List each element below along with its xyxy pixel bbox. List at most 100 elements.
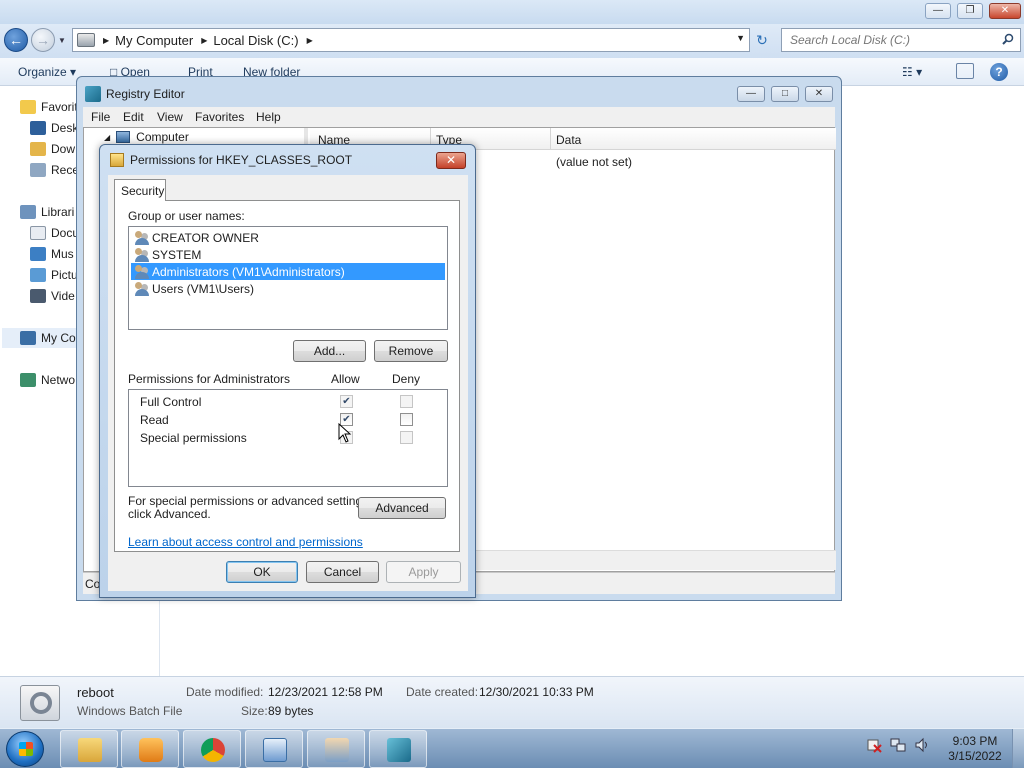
users-icon (135, 281, 149, 296)
menu-help[interactable]: Help (256, 110, 281, 124)
breadcrumb-local-disk[interactable]: Local Disk (C:) (213, 33, 298, 48)
nav-my-computer[interactable]: My Co (20, 331, 76, 345)
taskbar-explorer[interactable] (60, 730, 118, 768)
chrome-icon (201, 738, 225, 762)
taskbar-control-panel[interactable] (245, 730, 303, 768)
forward-button[interactable]: → (31, 28, 55, 52)
full-control-deny-checkbox[interactable] (400, 395, 413, 408)
recent-places-icon (30, 163, 46, 177)
nav-recent[interactable]: Rece (30, 163, 79, 177)
regedit-icon (387, 738, 411, 762)
view-options-icon[interactable]: ☷ ▾ (902, 65, 922, 79)
group-label: Group or user names: (128, 209, 245, 223)
list-item[interactable]: SYSTEM (135, 246, 201, 263)
remove-button[interactable]: Remove (374, 340, 448, 362)
computer-icon (20, 331, 36, 345)
taskbar-media-player[interactable] (121, 730, 179, 768)
nav-music[interactable]: Mus (30, 247, 74, 261)
breadcrumb-my-computer[interactable]: My Computer (115, 33, 193, 48)
chevron-right-icon[interactable]: ▶ (201, 36, 207, 45)
users-icon (135, 264, 149, 279)
menu-favorites[interactable]: Favorites (195, 110, 244, 124)
list-item[interactable]: Users (VM1\Users) (135, 280, 254, 297)
menu-edit[interactable]: Edit (123, 110, 144, 124)
date-modified-label: Date modified: (186, 685, 264, 699)
nav-desktop[interactable]: Desk (30, 121, 78, 135)
file-name: reboot (77, 685, 114, 700)
full-control-allow-checkbox[interactable] (340, 395, 353, 408)
minimize-button[interactable]: — (737, 86, 765, 102)
nav-videos[interactable]: Vide (30, 289, 75, 303)
action-center-icon[interactable] (866, 737, 882, 753)
ok-button[interactable]: OK (226, 561, 298, 583)
users-icon (135, 247, 149, 262)
column-data[interactable]: Data (556, 133, 581, 147)
advanced-button[interactable]: Advanced (358, 497, 446, 519)
maximize-button[interactable]: □ (771, 86, 799, 102)
media-player-icon (139, 738, 163, 762)
learn-more-link[interactable]: Learn about access control and permissio… (128, 535, 363, 549)
chevron-right-icon[interactable]: ▶ (103, 36, 109, 45)
back-button[interactable]: ← (4, 28, 28, 52)
clock-time: 9:03 PM (952, 734, 998, 748)
menu-file[interactable]: File (91, 110, 110, 124)
permissions-for-label: Permissions for Administrators (128, 372, 291, 386)
tab-security[interactable]: Security (114, 179, 166, 201)
help-icon[interactable]: ? (990, 63, 1008, 81)
address-dropdown-icon[interactable]: ▼ (736, 33, 745, 43)
allow-header: Allow (331, 372, 360, 386)
permissions-dialog: Permissions for HKEY_CLASSES_ROOT ✕ Secu… (99, 144, 476, 598)
cancel-button[interactable]: Cancel (306, 561, 379, 583)
special-text-line2: click Advanced. (128, 507, 211, 521)
taskbar-chrome[interactable] (183, 730, 241, 768)
special-deny-checkbox[interactable] (400, 431, 413, 444)
explorer-icon (78, 738, 102, 762)
close-button[interactable]: ✕ (436, 152, 466, 169)
add-button[interactable]: Add... (293, 340, 366, 362)
search-input[interactable]: Search Local Disk (C:) (781, 28, 1021, 52)
restore-button[interactable]: ❐ (957, 3, 983, 19)
users-icon (135, 230, 149, 245)
list-item-selected[interactable]: Administrators (VM1\Administrators) (131, 263, 445, 280)
organize-button[interactable]: Organize ▾ (18, 65, 76, 79)
read-deny-checkbox[interactable] (400, 413, 413, 426)
address-bar[interactable]: ▶ My Computer ▶ Local Disk (C:) ▶ ▼ (72, 28, 750, 52)
control-panel-icon (263, 738, 287, 762)
special-text-line1: For special permissions or advanced sett… (128, 494, 372, 508)
tree-collapse-icon[interactable]: ◢ (104, 133, 110, 142)
value-data-cell[interactable]: (value not set) (556, 155, 632, 169)
minimize-button[interactable]: — (925, 3, 951, 19)
permission-list: Full Control Read Special permissions (128, 389, 448, 487)
dialog-client: Security Group or user names: CREATOR OW… (108, 175, 468, 591)
close-button[interactable]: ✕ (805, 86, 833, 102)
preview-pane-icon[interactable] (956, 63, 974, 79)
nav-favorites[interactable]: Favorit (20, 100, 78, 114)
refresh-button[interactable]: ↻ (752, 30, 772, 50)
user-list[interactable]: CREATOR OWNER SYSTEM Administrators (VM1… (128, 226, 448, 330)
users-icon (325, 738, 349, 762)
deny-header: Deny (392, 372, 421, 386)
details-pane: reboot Windows Batch File Date modified:… (0, 676, 1024, 728)
nav-libraries[interactable]: Librari (20, 205, 74, 219)
system-clock[interactable]: 9:03 PM 3/15/2022 (944, 734, 1006, 764)
search-icon[interactable] (1002, 33, 1014, 45)
list-item[interactable]: CREATOR OWNER (135, 229, 259, 246)
network-icon[interactable] (890, 737, 906, 753)
nav-pictures[interactable]: Pictu (30, 268, 78, 282)
taskbar-users[interactable] (307, 730, 365, 768)
chevron-right-icon[interactable]: ▶ (307, 36, 313, 45)
tree-computer[interactable]: ◢ Computer (104, 130, 189, 144)
volume-icon[interactable] (914, 737, 930, 753)
nav-network[interactable]: Netwo (20, 373, 75, 387)
apply-button[interactable]: Apply (386, 561, 461, 583)
start-button[interactable] (6, 731, 44, 767)
nav-downloads[interactable]: Dow (30, 142, 75, 156)
nav-documents[interactable]: Docu (30, 226, 79, 240)
size-label: Size: (241, 704, 268, 718)
close-button[interactable]: ✕ (989, 3, 1021, 19)
show-desktop-button[interactable] (1012, 729, 1024, 768)
taskbar-regedit[interactable] (369, 730, 427, 768)
folder-icon (110, 153, 124, 167)
recent-pages-dropdown[interactable]: ▼ (58, 36, 66, 45)
menu-view[interactable]: View (157, 110, 183, 124)
